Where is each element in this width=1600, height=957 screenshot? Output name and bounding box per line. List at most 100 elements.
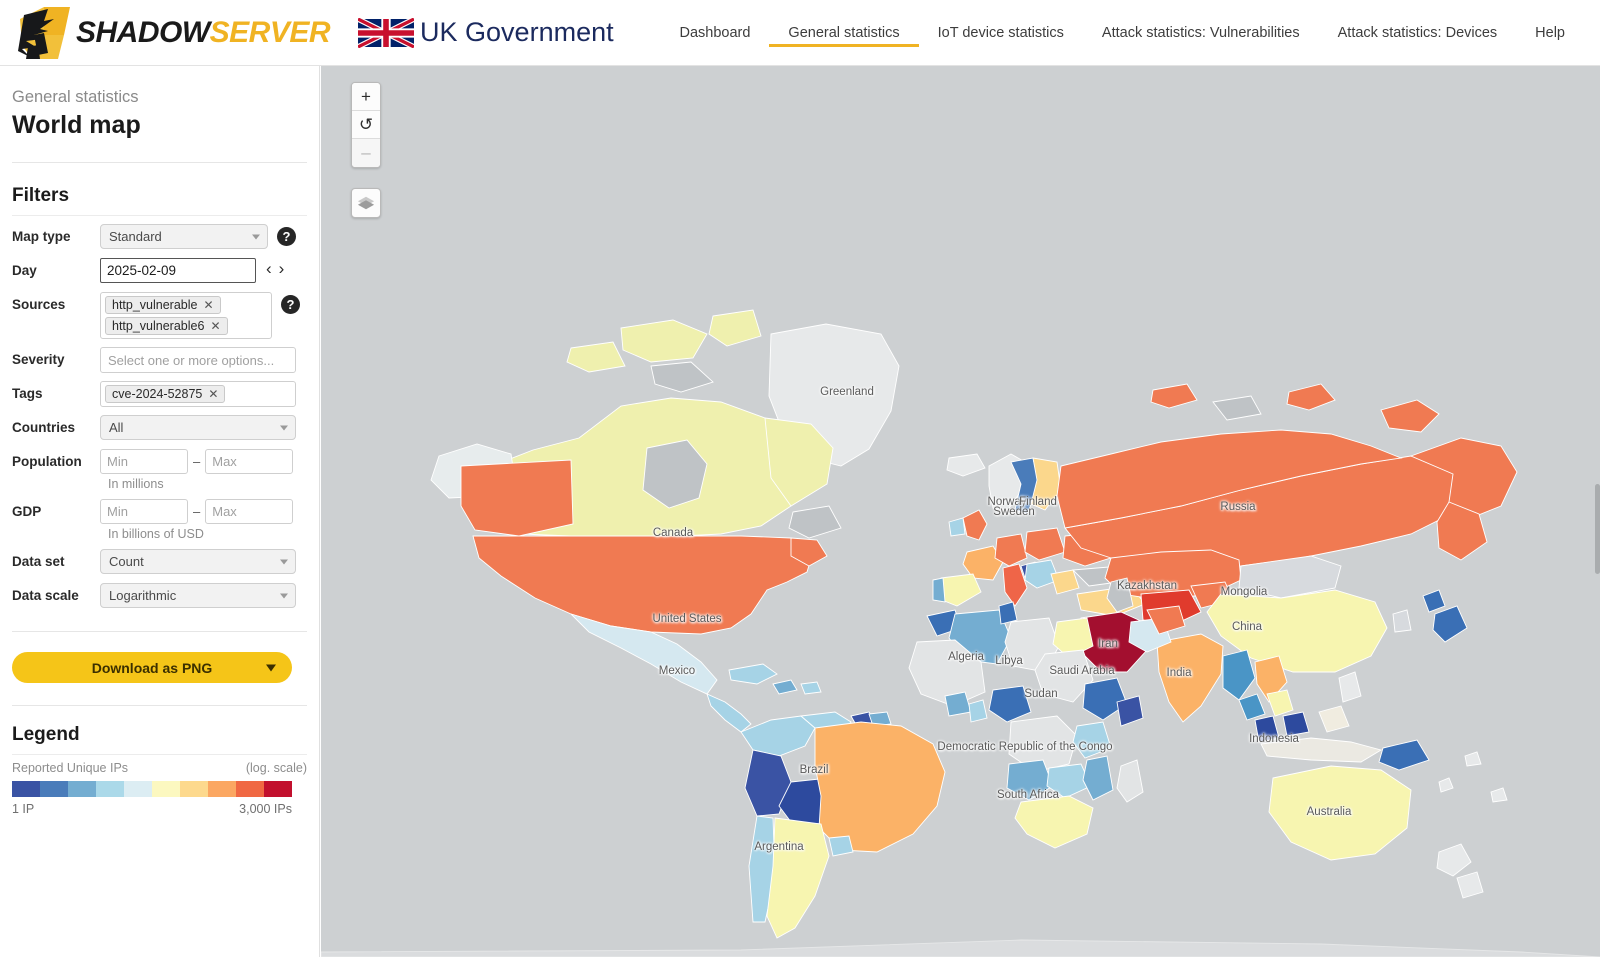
data-set-select[interactable]: Count [100, 549, 296, 574]
download-png-label: Download as PNG [91, 659, 213, 676]
day-nav: ‹ › [266, 258, 284, 277]
filter-row-data-set: Data set Count [12, 549, 307, 575]
label-countries: Countries [12, 420, 76, 435]
brand-logo[interactable]: SHADOWSERVER [14, 5, 331, 61]
world-map[interactable]: .ct { stroke:#ffffff; stroke-width:0.9; … [321, 66, 1600, 957]
sources-token-input[interactable]: http_vulnerable ✕ http_vulnerable6 ✕ [100, 292, 272, 339]
map-type-value: Standard [109, 229, 162, 244]
population-hint: In millions [108, 477, 164, 491]
nav-help[interactable]: Help [1516, 19, 1584, 47]
nav-attack-statistics-devices[interactable]: Attack statistics: Devices [1319, 19, 1517, 47]
uk-government-label: UK Government [420, 17, 614, 47]
zoom-out-button[interactable]: – [352, 139, 380, 167]
download-png-button[interactable]: Download as PNG [12, 652, 292, 683]
layers-icon [357, 196, 375, 210]
sources-help-icon[interactable]: ? [281, 295, 300, 314]
data-scale-select[interactable]: Logarithmic [100, 583, 296, 608]
filter-row-gdp: GDP Min – Max [12, 499, 307, 525]
nav-dashboard[interactable]: Dashboard [660, 19, 769, 47]
label-severity: Severity [12, 352, 65, 367]
chevron-down-icon [280, 559, 288, 564]
filters-heading: Filters [12, 185, 70, 206]
map-type-select[interactable]: Standard [100, 224, 268, 249]
legend-swatch-0 [12, 781, 40, 797]
legend-subheader: Reported Unique IPs (log. scale) [12, 761, 307, 775]
legend-min-label: 1 IP [12, 802, 35, 816]
source-token[interactable]: http_vulnerable6 ✕ [105, 317, 228, 335]
uk-government-block: UK Government [358, 17, 614, 48]
countries-value: All [109, 420, 124, 435]
gdp-max-placeholder: Max [212, 504, 237, 519]
label-tags: Tags [12, 386, 43, 401]
next-day-icon[interactable]: › [279, 260, 285, 277]
nav-attack-statistics-vulnerabilities[interactable]: Attack statistics: Vulnerabilities [1083, 19, 1319, 47]
gdp-hint: In billions of USD [108, 527, 204, 541]
population-max-input[interactable]: Max [205, 449, 294, 474]
filter-row-countries: Countries All [12, 415, 307, 441]
population-min-input[interactable]: Min [100, 449, 188, 474]
brand-wordmark: SHADOWSERVER [76, 15, 331, 50]
gdp-max-input[interactable]: Max [205, 499, 294, 524]
reset-view-button[interactable]: ↺ [352, 111, 380, 139]
day-value: 2025-02-09 [107, 263, 177, 278]
map-type-help-icon[interactable]: ? [277, 227, 296, 246]
filter-row-map-type: Map type Standard ? [12, 224, 307, 250]
day-input[interactable]: 2025-02-09 [100, 258, 256, 283]
tags-token-input[interactable]: cve-2024-52875 ✕ [100, 381, 296, 407]
remove-token-icon[interactable]: ✕ [208, 387, 218, 401]
zoom-in-button[interactable]: + [352, 83, 380, 111]
breadcrumb-kicker: General statistics [12, 88, 139, 106]
legend-scale-note: (log. scale) [245, 761, 307, 775]
remove-token-icon[interactable]: ✕ [203, 298, 213, 312]
label-data-set: Data set [12, 554, 65, 569]
severity-placeholder: Select one or more options... [108, 352, 275, 368]
tag-token[interactable]: cve-2024-52875 ✕ [105, 385, 226, 403]
gdp-range: Min – Max [100, 499, 294, 524]
map-zoom-controls: + ↺ – [351, 82, 381, 168]
prev-day-icon[interactable]: ‹ [266, 260, 272, 277]
legend-heading: Legend [12, 724, 80, 745]
filter-row-day: Day 2025-02-09 ‹ › [12, 258, 307, 284]
sidebar: General statistics World map Filters Map… [0, 66, 320, 957]
label-gdp: GDP [12, 504, 42, 519]
legend-swatch-9 [264, 781, 292, 797]
page-title: World map [12, 111, 141, 139]
chevron-down-icon [252, 234, 260, 239]
label-sources: Sources [12, 297, 66, 312]
remove-token-icon[interactable]: ✕ [210, 319, 220, 333]
divider [12, 162, 307, 163]
scrollbar-thumb[interactable] [1595, 484, 1600, 574]
legend-color-scale [12, 781, 292, 797]
legend-swatch-6 [180, 781, 208, 797]
legend-swatch-3 [96, 781, 124, 797]
nav-iot-device-statistics[interactable]: IoT device statistics [919, 19, 1083, 47]
chevron-down-icon [280, 593, 288, 598]
map-layers-button[interactable] [351, 188, 381, 218]
countries-select[interactable]: All [100, 415, 296, 440]
chevron-down-icon [266, 664, 276, 671]
legend-swatch-8 [236, 781, 264, 797]
divider [12, 631, 307, 632]
legend-max-label: 3,000 IPs [239, 802, 292, 816]
legend-endpoints: 1 IP 3,000 IPs [12, 802, 292, 816]
legend-swatch-7 [208, 781, 236, 797]
legend-metric-label: Reported Unique IPs [12, 761, 129, 775]
brand-shadow-text: SHADOW [76, 15, 210, 49]
filter-row-tags: Tags cve-2024-52875 ✕ [12, 381, 307, 407]
population-min-placeholder: Min [107, 454, 128, 469]
page-scrollbar[interactable] [1595, 66, 1600, 957]
label-map-type: Map type [12, 229, 71, 244]
main-navigation: Dashboard General statistics IoT device … [660, 19, 1584, 47]
severity-input[interactable]: Select one or more options... [100, 347, 296, 373]
data-scale-value: Logarithmic [109, 588, 177, 603]
gdp-min-input[interactable]: Min [100, 499, 188, 524]
range-dash: – [193, 504, 201, 519]
label-data-scale: Data scale [12, 588, 79, 603]
label-day: Day [12, 263, 37, 278]
tag-token-label: cve-2024-52875 [112, 387, 203, 401]
filter-row-data-scale: Data scale Logarithmic [12, 583, 307, 609]
divider [12, 705, 307, 706]
source-token[interactable]: http_vulnerable ✕ [105, 296, 221, 314]
population-range: Min – Max [100, 449, 294, 474]
nav-general-statistics[interactable]: General statistics [769, 19, 919, 47]
